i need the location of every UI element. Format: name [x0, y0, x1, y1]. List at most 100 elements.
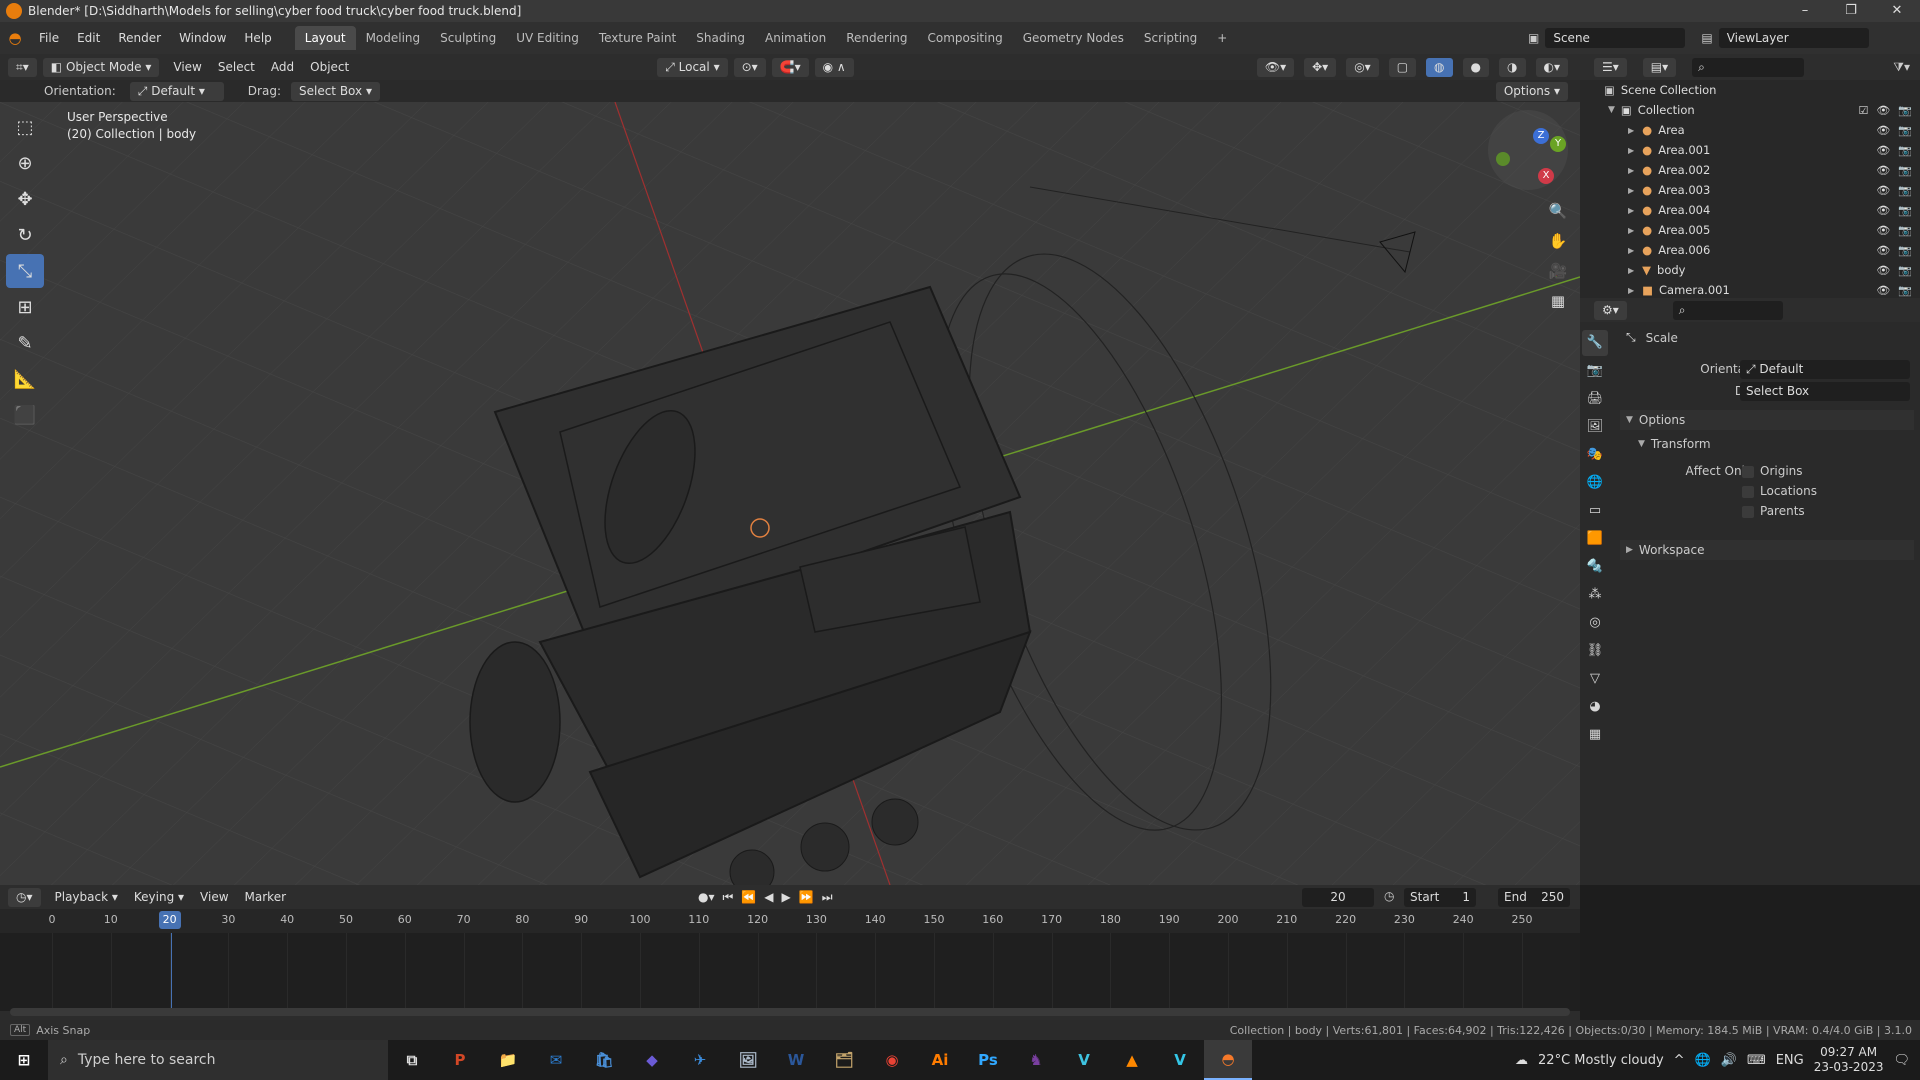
ortho-grid-icon[interactable]: ▦ — [1548, 286, 1568, 316]
play-icon[interactable]: ▶ — [782, 890, 791, 905]
output-tab-icon[interactable]: 🖨 — [1582, 386, 1608, 412]
volume-icon[interactable]: 🔊 — [1721, 1053, 1737, 1068]
expand-icon[interactable]: ▶ — [1628, 286, 1634, 295]
outliner-item[interactable]: ▶ ■ Camera.001 👁 📷 — [1580, 280, 1920, 300]
origins-checkbox[interactable]: Origins — [1742, 464, 1803, 478]
expand-icon[interactable]: ▶ — [1628, 226, 1634, 235]
physics-tab-icon[interactable]: ◎ — [1582, 610, 1608, 636]
notification-icon[interactable]: 🗨 — [1893, 1053, 1910, 1068]
tab-modeling[interactable]: Modeling — [356, 26, 431, 50]
collection-tab-icon[interactable]: ▭ — [1582, 498, 1608, 524]
add-menu[interactable]: Add — [263, 60, 302, 74]
eye-icon[interactable]: 👁 — [1876, 204, 1890, 217]
taskbar-app-icon[interactable]: V — [1156, 1040, 1204, 1080]
preview-range-icon[interactable]: ◷ — [1384, 889, 1394, 903]
playhead-frame-badge[interactable]: 20 — [158, 911, 181, 929]
tab-layout[interactable]: Layout — [294, 26, 356, 50]
start-frame-field[interactable]: Start 1 — [1404, 888, 1476, 907]
y-axis-icon[interactable]: Y — [1550, 136, 1566, 152]
jump-end-icon[interactable]: ⏭ — [822, 890, 833, 905]
expand-icon[interactable]: ▶ — [1628, 246, 1634, 255]
texture-tab-icon[interactable]: ▦ — [1582, 722, 1608, 748]
particles-tab-icon[interactable]: ⁂ — [1582, 582, 1608, 608]
expand-icon[interactable]: ▶ — [1628, 146, 1634, 155]
taskbar-app-icon[interactable]: ✈ — [676, 1040, 724, 1080]
checkbox-icon[interactable] — [1742, 465, 1754, 478]
outliner-search-input[interactable]: ⌕ — [1692, 57, 1805, 77]
menu-file[interactable]: File — [30, 31, 68, 45]
tab-uv-editing[interactable]: UV Editing — [506, 26, 589, 50]
tab-compositing[interactable]: Compositing — [917, 26, 1012, 50]
eye-icon[interactable]: 👁 — [1876, 124, 1890, 137]
add-cube-tool-icon[interactable]: ⬛ — [6, 398, 44, 432]
data-tab-icon[interactable]: ▽ — [1582, 666, 1608, 692]
navigation-gizmo[interactable]: Z Y X — [1488, 110, 1568, 190]
eye-icon[interactable]: 👁 — [1876, 144, 1890, 157]
select-menu[interactable]: Select — [210, 60, 263, 74]
taskbar-app-icon[interactable]: ▲ — [1108, 1040, 1156, 1080]
shading-wireframe-icon[interactable]: ◍ — [1426, 57, 1453, 77]
camera-icon[interactable]: 📷 — [1898, 204, 1912, 217]
task-view-icon[interactable]: ⧉ — [388, 1040, 436, 1080]
taskbar-app-icon[interactable]: 📁 — [484, 1040, 532, 1080]
language-indicator[interactable]: ENG — [1776, 1053, 1804, 1068]
windows-start-icon[interactable]: ⊞ — [0, 1040, 48, 1080]
properties-search-input[interactable]: ⌕ — [1672, 300, 1783, 320]
transform-orientation-selector[interactable]: ⤢ Local ▾ — [657, 57, 728, 77]
visibility-icon[interactable]: 👁▾ — [1256, 57, 1295, 77]
expand-icon[interactable]: ▶ — [1628, 266, 1634, 275]
shading-solid-icon[interactable]: ● — [1462, 57, 1490, 77]
mode-selector[interactable]: ◧ Object Mode ▾ — [42, 57, 160, 77]
camera-icon[interactable]: 📷 — [1898, 264, 1912, 277]
gizmo-toggle-icon[interactable]: ✥▾ — [1304, 57, 1337, 77]
measure-tool-icon[interactable]: 📐 — [6, 362, 44, 396]
transform-tool-icon[interactable]: ⊞ — [6, 290, 44, 324]
object-tab-icon[interactable]: 🟧 — [1582, 526, 1608, 552]
eye-icon[interactable]: 👁 — [1876, 184, 1890, 197]
collection-row[interactable]: ▼ ▣ Collection ☑ 👁 📷 — [1580, 100, 1920, 120]
eye-icon[interactable]: 👁 — [1876, 224, 1890, 237]
display-mode-icon[interactable]: ▤▾ — [1642, 57, 1677, 77]
weather-text[interactable]: 22°C Mostly cloudy — [1538, 1053, 1664, 1068]
jump-keyframe-back-icon[interactable]: ⏪ — [741, 890, 756, 905]
taskbar-app-icon[interactable]: ◆ — [628, 1040, 676, 1080]
orientation-dropdown[interactable]: ⤢ Default ▾ — [129, 81, 224, 101]
taskbar-app-icon[interactable]: ♞ — [1012, 1040, 1060, 1080]
playback-menu[interactable]: Playback ▾ — [47, 890, 126, 904]
cursor-tool-icon[interactable]: ⊕ — [6, 146, 44, 180]
taskbar-app-icon[interactable]: W — [772, 1040, 820, 1080]
xray-icon[interactable]: ▢ — [1388, 57, 1417, 77]
taskbar-app-icon[interactable]: V — [1060, 1040, 1108, 1080]
timeline-track[interactable] — [0, 933, 1580, 1011]
viewport-scene[interactable] — [0, 102, 1580, 885]
annotate-tool-icon[interactable]: ✎ — [6, 326, 44, 360]
properties-editor-type-icon[interactable]: ⚙▾ — [1594, 300, 1627, 320]
expand-icon[interactable]: ▶ — [1628, 186, 1634, 195]
drag-dropdown[interactable]: Select Box ▾ — [290, 81, 380, 101]
move-tool-icon[interactable]: ✥ — [6, 182, 44, 216]
select-box-tool-icon[interactable]: ⬚ — [6, 110, 44, 144]
tab-texture-paint[interactable]: Texture Paint — [589, 26, 686, 50]
keyboard-icon[interactable]: ⌨ — [1747, 1053, 1766, 1068]
drag-prop-dropdown[interactable]: Select Box — [1740, 382, 1910, 401]
filter-icon[interactable]: ⧩▾ — [1893, 60, 1910, 75]
z-axis-icon[interactable]: Z — [1533, 128, 1549, 144]
rotate-tool-icon[interactable]: ↻ — [6, 218, 44, 252]
outliner-item[interactable]: ▶ ● Area.003 👁 📷 — [1580, 180, 1920, 200]
eye-icon[interactable]: 👁 — [1876, 104, 1890, 117]
taskbar-app-icon[interactable]: 🗂 — [820, 1040, 868, 1080]
play-reverse-icon[interactable]: ◀ — [764, 890, 773, 905]
collapse-icon[interactable]: ▼ — [1608, 105, 1615, 115]
tab-rendering[interactable]: Rendering — [836, 26, 917, 50]
add-workspace-button[interactable]: + — [1207, 26, 1237, 50]
auto-key-icon[interactable]: ●▾ — [698, 890, 715, 905]
snap-icon[interactable]: 🧲▾ — [771, 57, 809, 77]
editor-type-button[interactable]: ⌗▾ — [8, 57, 37, 77]
transform-panel-header[interactable]: ▼ Transform — [1632, 434, 1914, 454]
timeline-editor-type-icon[interactable]: ◷▾ — [8, 887, 41, 907]
tab-animation[interactable]: Animation — [755, 26, 836, 50]
minimize-button[interactable]: – — [1782, 0, 1828, 22]
scene-tab-icon[interactable]: 🎭 — [1582, 442, 1608, 468]
options-panel-header[interactable]: ▼ Options — [1620, 410, 1914, 430]
camera-icon[interactable]: 📷 — [1898, 184, 1912, 197]
